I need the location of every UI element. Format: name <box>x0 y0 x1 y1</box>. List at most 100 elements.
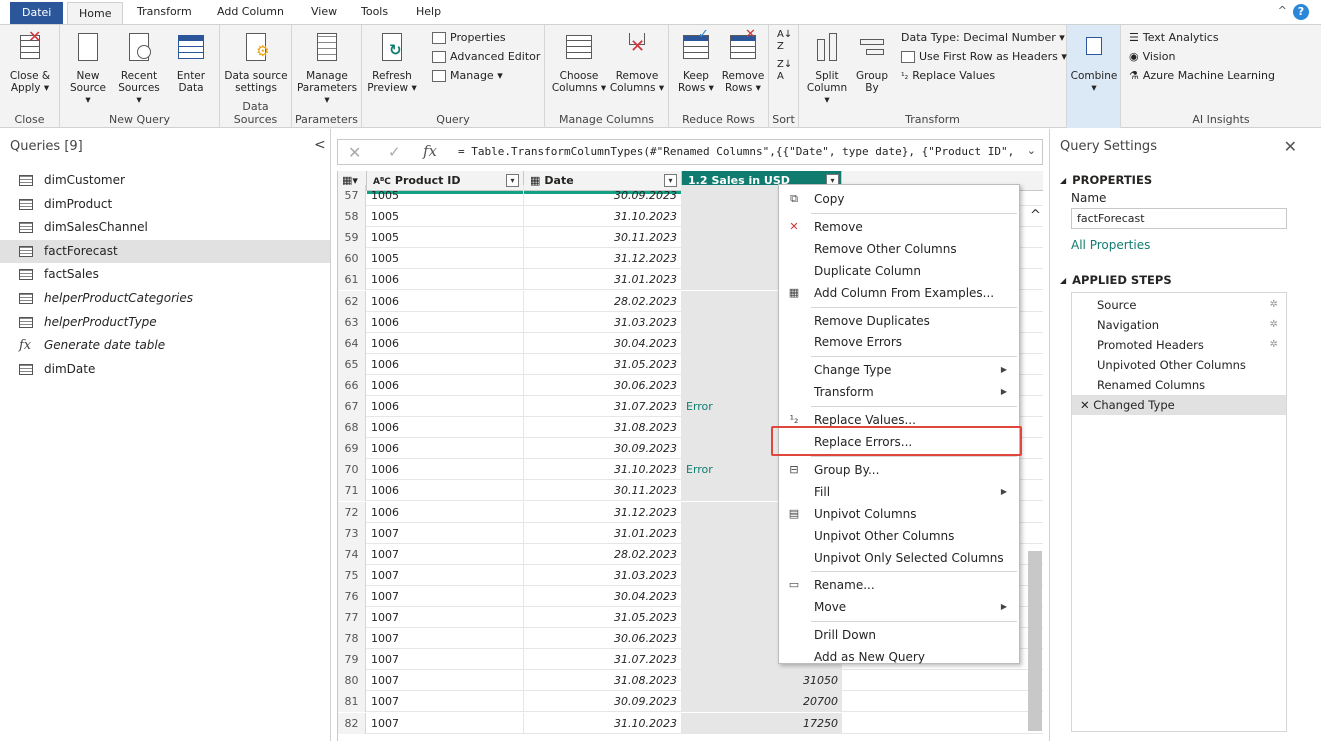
cell-product-id[interactable]: 1006 <box>367 396 524 417</box>
choose-columns-button[interactable]: Choose Columns ▾ <box>549 31 609 94</box>
cell-date[interactable]: 31.12.2023 <box>524 248 682 270</box>
menu-item-duplicate-column[interactable]: Duplicate Column <box>779 260 1019 282</box>
tab-help[interactable]: Help <box>405 0 452 24</box>
row-number[interactable]: 72 <box>338 501 366 523</box>
cell-product-id[interactable]: 1007 <box>367 607 524 628</box>
menu-item-unpivot-only-selected-columns[interactable]: Unpivot Only Selected Columns <box>779 547 1019 569</box>
properties-button[interactable]: Properties <box>432 29 506 47</box>
tab-tools[interactable]: Tools <box>350 0 399 24</box>
advanced-editor-button[interactable]: Advanced Editor <box>432 48 540 66</box>
applied-step[interactable]: Promoted Headers ✲ <box>1072 335 1286 355</box>
cell-product-id[interactable]: 1006 <box>367 311 524 333</box>
row-number[interactable]: 64 <box>338 332 366 354</box>
cell-date[interactable]: 31.12.2023 <box>524 501 682 523</box>
cell-date[interactable]: 31.05.2023 <box>524 353 682 375</box>
row-number[interactable]: 73 <box>338 522 366 544</box>
cell-product-id[interactable]: 1007 <box>367 691 524 713</box>
menu-item-remove-other-columns[interactable]: Remove Other Columns <box>779 238 1019 260</box>
menu-item-unpivot-other-columns[interactable]: Unpivot Other Columns <box>779 525 1019 547</box>
cell-sales[interactable]: 17250 <box>682 712 842 734</box>
cell-date[interactable]: 31.07.2023 <box>524 396 682 417</box>
recent-sources-button[interactable]: Recent Sources ▾ <box>114 31 164 106</box>
cell-product-id[interactable]: 1006 <box>367 269 524 291</box>
manage-parameters-button[interactable]: Manage Parameters ▾ <box>295 31 359 106</box>
error-value[interactable]: Error <box>686 396 713 417</box>
expand-formula-icon[interactable]: ⌄ <box>1027 144 1036 157</box>
row-number[interactable]: 77 <box>338 607 366 628</box>
cell-product-id[interactable]: 1005 <box>367 248 524 270</box>
cell-date[interactable]: 31.07.2023 <box>524 649 682 671</box>
cell-date[interactable]: 30.11.2023 <box>524 480 682 502</box>
cell-date[interactable]: 30.04.2023 <box>524 332 682 354</box>
applied-steps-section[interactable]: ◢ APPLIED STEPS <box>1060 273 1172 287</box>
cell-date[interactable]: 30.09.2023 <box>524 438 682 460</box>
cell-product-id[interactable]: 1006 <box>367 353 524 375</box>
cell-date[interactable]: 31.08.2023 <box>524 417 682 439</box>
cell-product-id[interactable]: 1006 <box>367 290 524 312</box>
sort-descending-icon[interactable]: Z↓ A <box>777 59 792 83</box>
remove-rows-button[interactable]: ✕ Remove Rows ▾ <box>719 28 767 94</box>
step-settings-icon[interactable]: ✲ <box>1270 295 1278 315</box>
applied-step[interactable]: Navigation ✲ <box>1072 315 1286 335</box>
cell-product-id[interactable]: 1007 <box>367 585 524 607</box>
combine-button[interactable]: Combine ▾ <box>1070 31 1118 94</box>
row-number[interactable]: 60 <box>338 248 366 270</box>
cell-product-id[interactable]: 1007 <box>367 649 524 671</box>
query-name-input[interactable]: factForecast <box>1071 208 1287 229</box>
scroll-up-icon[interactable]: ^ <box>1030 208 1041 223</box>
row-number[interactable]: 69 <box>338 438 366 460</box>
menu-item-drill-down[interactable]: Drill Down <box>779 624 1019 646</box>
group-by-button[interactable]: Group By <box>853 31 891 94</box>
menu-item-transform[interactable]: Transform ▶ <box>779 381 1019 403</box>
azure-ml-button[interactable]: ⚗ Azure Machine Learning <box>1129 67 1275 85</box>
query-item[interactable]: dimSalesChannel <box>0 216 330 239</box>
cell-product-id[interactable]: 1007 <box>367 712 524 734</box>
cell-product-id[interactable]: 1006 <box>367 417 524 439</box>
query-item[interactable]: dimDate <box>0 358 330 381</box>
cell-date[interactable]: 31.08.2023 <box>524 670 682 692</box>
menu-item-fill[interactable]: Fill ▶ <box>779 481 1019 503</box>
delete-step-icon[interactable]: ✕ <box>1080 398 1093 412</box>
cell-sales[interactable]: 31050 <box>682 670 842 692</box>
query-item[interactable]: fx Generate date table <box>0 334 330 357</box>
cell-date[interactable]: 31.03.2023 <box>524 564 682 586</box>
help-icon[interactable]: ? <box>1293 4 1309 20</box>
vision-button[interactable]: ◉ Vision <box>1129 48 1175 66</box>
keep-rows-button[interactable]: ✓ Keep Rows ▾ <box>673 28 719 94</box>
query-item[interactable]: helperProductCategories <box>0 287 330 310</box>
applied-step[interactable]: Renamed Columns <box>1072 375 1286 395</box>
cell-product-id[interactable]: 1006 <box>367 459 524 481</box>
row-number[interactable]: 59 <box>338 227 366 249</box>
menu-item-copy[interactable]: ⧉ Copy <box>779 188 1019 210</box>
cell-date[interactable]: 28.02.2023 <box>524 543 682 565</box>
menu-item-change-type[interactable]: Change Type ▶ <box>779 359 1019 381</box>
query-item[interactable]: helperProductType <box>0 311 330 334</box>
error-value[interactable]: Error <box>686 459 713 480</box>
vertical-scrollbar-thumb[interactable] <box>1028 551 1042 731</box>
cell-product-id[interactable]: 1007 <box>367 543 524 565</box>
tab-home[interactable]: Home <box>67 2 124 25</box>
query-item[interactable]: factSales <box>0 263 330 286</box>
use-first-row-as-headers-button[interactable]: Use First Row as Headers ▾ <box>901 48 1067 66</box>
data-type-dropdown[interactable]: Data Type: Decimal Number ▾ <box>901 29 1065 47</box>
text-analytics-button[interactable]: ☰ Text Analytics <box>1129 29 1219 47</box>
cell-product-id[interactable]: 1005 <box>367 206 524 228</box>
row-number[interactable]: 58 <box>338 206 366 228</box>
cell-date[interactable]: 30.06.2023 <box>524 374 682 396</box>
row-number[interactable]: 82 <box>338 712 366 734</box>
cell-date[interactable]: 31.01.2023 <box>524 522 682 544</box>
menu-item-group-by[interactable]: ⊟ Group By... <box>779 459 1019 481</box>
cell-date[interactable]: 31.03.2023 <box>524 311 682 333</box>
row-number[interactable]: 65 <box>338 353 366 375</box>
applied-step[interactable]: ✕ Changed Type <box>1072 395 1286 415</box>
close-icon[interactable]: ✕ <box>1284 137 1297 156</box>
close-apply-button[interactable]: ✕ Close & Apply ▾ <box>4 29 56 95</box>
row-number[interactable]: 80 <box>338 670 366 692</box>
cell-date[interactable]: 30.09.2023 <box>524 691 682 713</box>
menu-item-remove[interactable]: ✕ Remove <box>779 216 1019 238</box>
applied-step[interactable]: Source ✲ <box>1072 295 1286 315</box>
cell-date[interactable]: 31.01.2023 <box>524 269 682 291</box>
new-source-button[interactable]: New Source ▾ <box>66 31 110 106</box>
cell-product-id[interactable]: 1006 <box>367 480 524 502</box>
row-number[interactable]: 62 <box>338 290 366 312</box>
